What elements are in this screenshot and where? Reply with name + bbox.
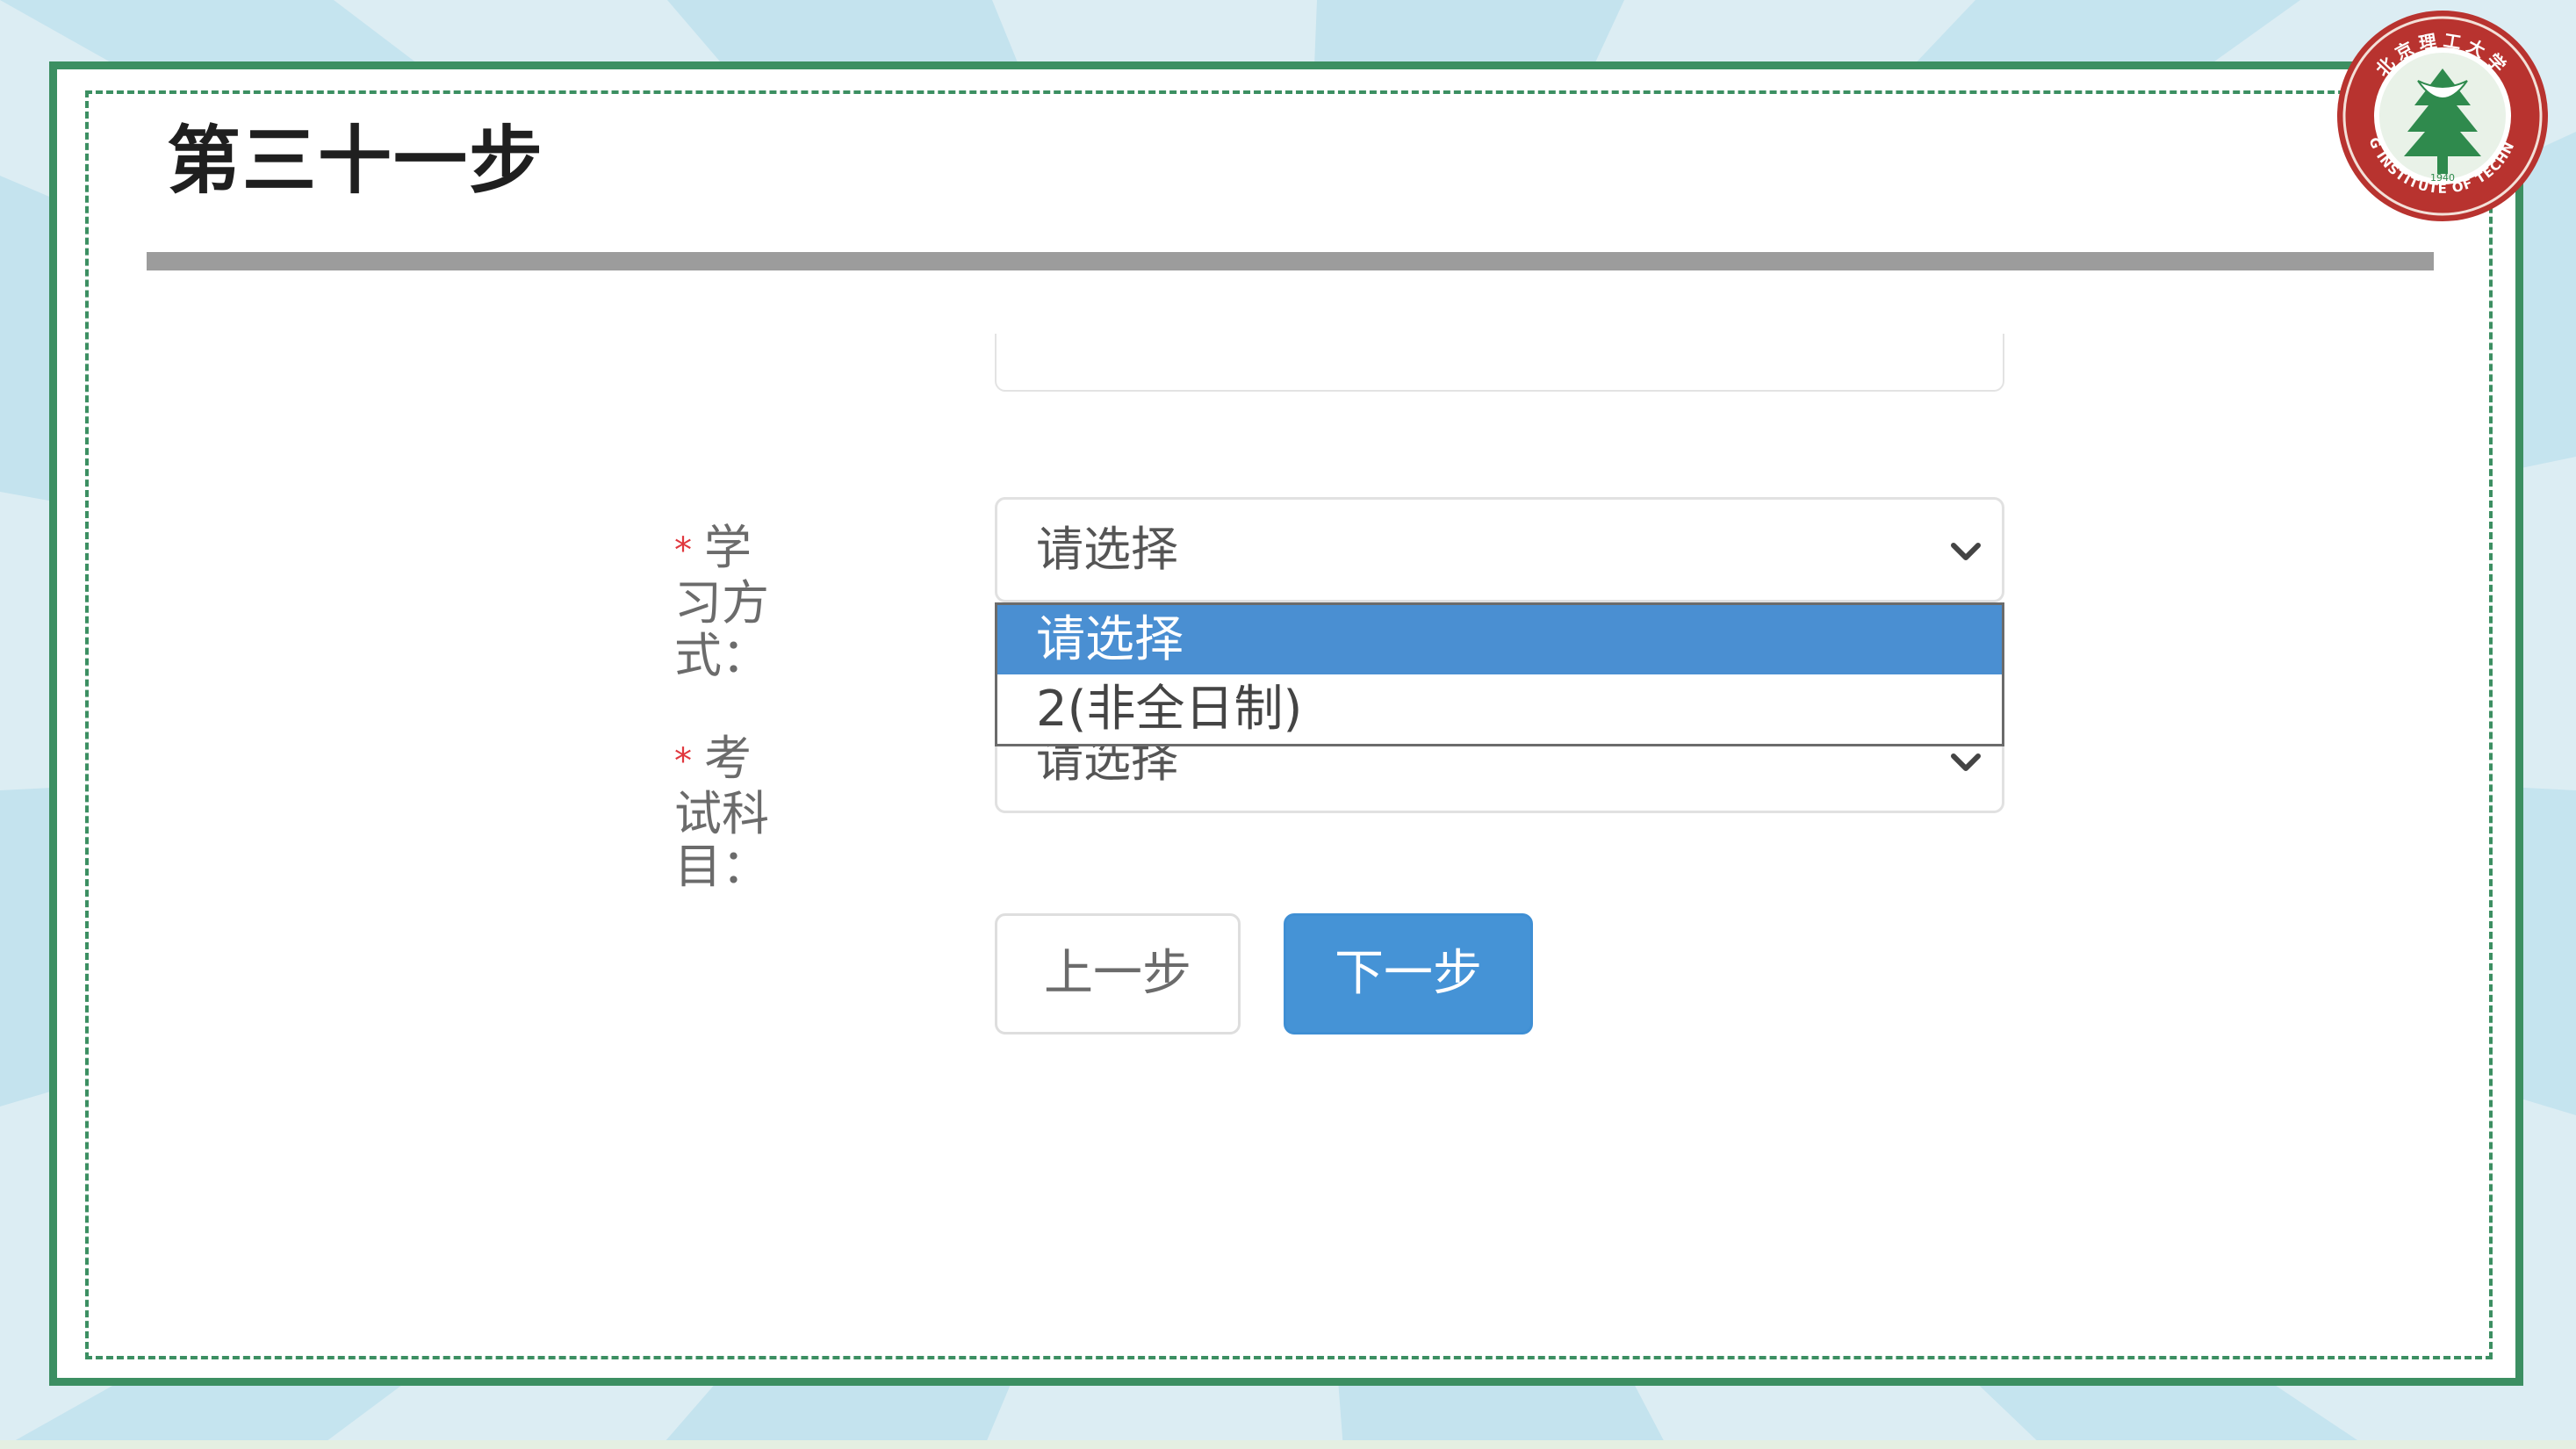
required-mark: *	[674, 530, 692, 572]
previous-step-button[interactable]: 上一步	[995, 913, 1241, 1034]
chevron-down-icon	[1951, 543, 1981, 560]
learning-mode-value: 请选择	[1036, 522, 1178, 577]
next-step-button[interactable]: 下一步	[1284, 913, 1533, 1034]
chevron-down-icon	[1951, 753, 1981, 771]
learning-mode-select[interactable]: 请选择	[995, 497, 2004, 602]
dropdown-option[interactable]: 请选择	[997, 605, 2002, 674]
dropdown-option[interactable]: 2(非全日制)	[997, 674, 2002, 744]
required-mark: *	[674, 741, 692, 782]
slide-title: 第三十一步	[167, 118, 545, 204]
bottom-strip	[0, 1440, 2576, 1449]
learning-mode-dropdown-list: 请选择 2(非全日制)	[995, 602, 2004, 746]
university-logo: 1940 BEIJING INSTITUTE OF TECHNOLOGY 北京理…	[2334, 7, 2548, 221]
exam-subject-label-row: * 考试科目：	[674, 732, 769, 892]
title-divider	[147, 252, 2434, 270]
learning-mode-label-row: * 学习方式：	[674, 521, 769, 681]
previous-field-input[interactable]	[995, 334, 2004, 392]
